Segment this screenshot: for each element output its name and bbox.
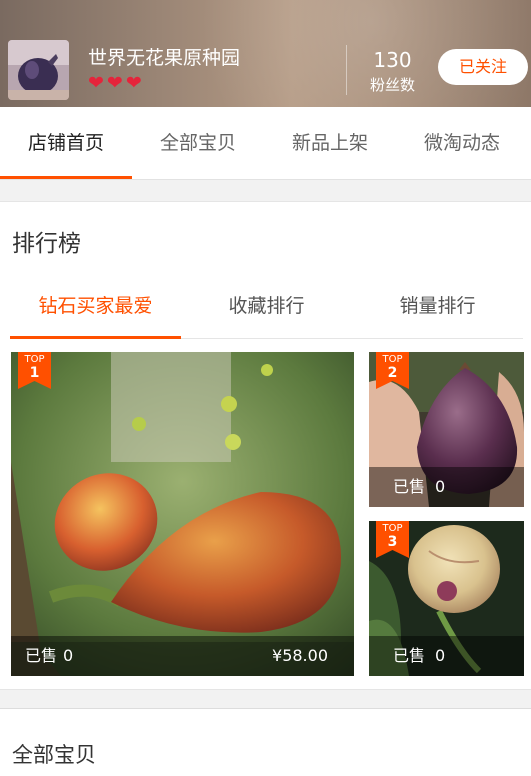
product-image [11, 352, 354, 676]
heart-icon: ❤ [125, 72, 142, 94]
shop-rating-hearts: ❤ ❤ ❤ [88, 73, 142, 93]
fans-label: 粉丝数 [369, 76, 415, 94]
tab-favorites-ranking[interactable]: 收藏排行 [181, 284, 352, 338]
sold-count: 0 [435, 646, 446, 665]
shop-name: 世界无花果原种园 [88, 47, 241, 69]
badge-rank-number: 2 [387, 365, 398, 381]
ranking-item-3[interactable]: TOP 3 已售 0 [369, 521, 524, 676]
all-items-section: 全部宝贝 [0, 708, 531, 776]
shop-nav-tabs: 店铺首页 全部宝贝 新品上架 微淘动态 [0, 107, 531, 180]
all-items-title: 全部宝贝 [12, 743, 96, 767]
badge-rank-number: 1 [29, 365, 40, 381]
tab-diamond-buyers-favorite[interactable]: 钻石买家最爱 [10, 284, 181, 339]
item-info-bar: 已售 0 [369, 636, 524, 676]
tab-shop-home[interactable]: 店铺首页 [0, 107, 132, 179]
sold-label: 已售 [393, 477, 426, 496]
item-info-bar: 已售 0 [369, 467, 524, 507]
ranking-tabs: 钻石买家最爱 收藏排行 销量排行 [10, 284, 523, 339]
badge-top-label: TOP [382, 354, 403, 365]
item-info-bar: 已售 0 ¥58.00 [11, 636, 354, 676]
ranking-item-1[interactable]: TOP 1 已售 0 ¥58.00 [11, 352, 354, 676]
badge-rank-number: 3 [387, 534, 398, 550]
rank-badge: TOP 1 [18, 352, 51, 389]
sold-label: 已售 [393, 646, 426, 665]
item-price: ¥58.00 [272, 646, 328, 665]
ranking-title: 排行榜 [12, 231, 81, 257]
tab-sales-ranking[interactable]: 销量排行 [352, 284, 523, 338]
sold-count: 0 [63, 646, 74, 665]
header-divider [346, 45, 347, 95]
tab-weitao-feed[interactable]: 微淘动态 [396, 107, 528, 179]
sold-count: 0 [435, 477, 446, 496]
tab-all-items[interactable]: 全部宝贝 [132, 107, 264, 179]
ranking-section: 排行榜 钻石买家最爱 收藏排行 销量排行 TOP 1 已售 0 ¥58.00 T… [0, 201, 531, 690]
badge-top-label: TOP [382, 523, 403, 534]
shop-logo[interactable] [8, 40, 69, 100]
shop-header: 世界无花果原种园 ❤ ❤ ❤ 130 粉丝数 已关注 [0, 0, 531, 107]
heart-icon: ❤ [106, 72, 123, 94]
sold-label: 已售 [25, 646, 58, 665]
follow-button[interactable]: 已关注 [438, 49, 528, 85]
tab-new-arrivals[interactable]: 新品上架 [264, 107, 396, 179]
fans-count: 130 [373, 48, 412, 72]
ranking-item-2[interactable]: TOP 2 已售 0 [369, 352, 524, 507]
rank-badge: TOP 2 [376, 352, 409, 389]
heart-icon: ❤ [88, 72, 104, 94]
rank-badge: TOP 3 [376, 521, 409, 558]
badge-top-label: TOP [24, 354, 45, 365]
